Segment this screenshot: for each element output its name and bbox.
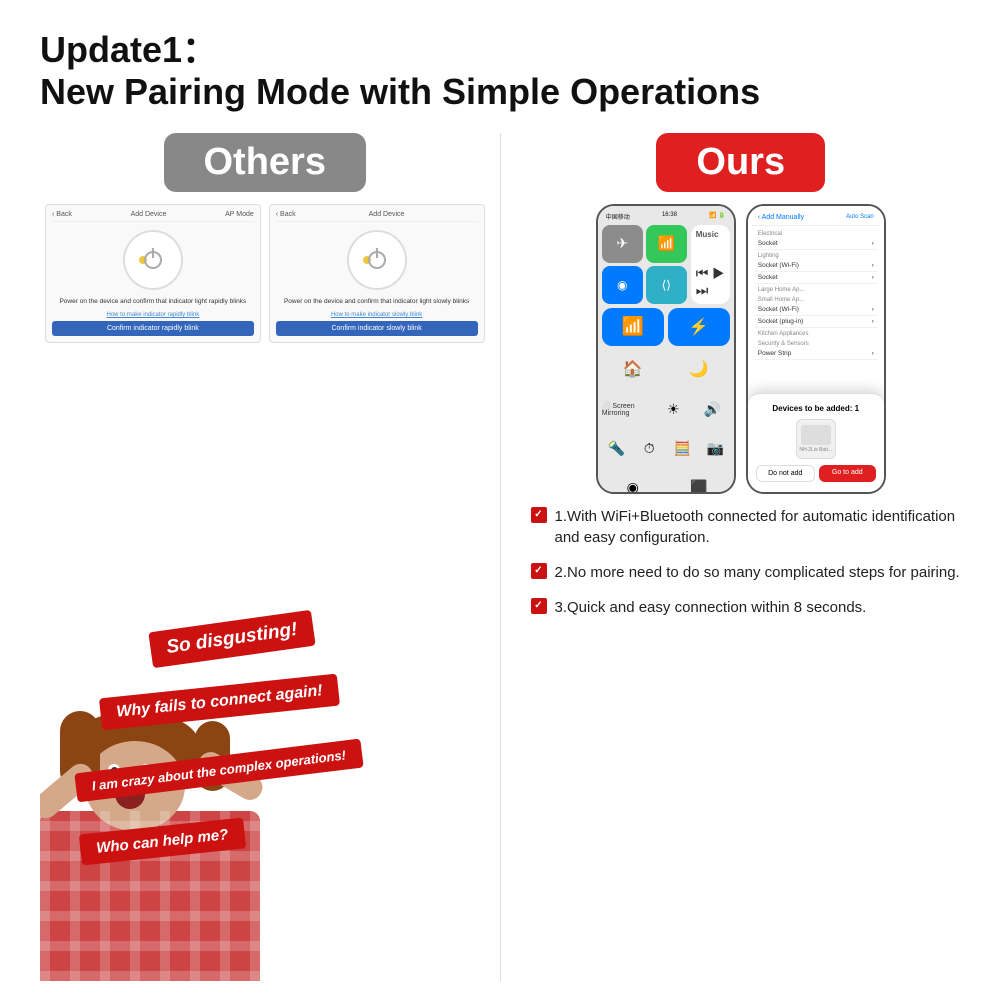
cc-tools-row: 🔦 ⏱ 🧮 📷 [602, 431, 730, 466]
cc-home-row: 🏠 🌙 [602, 350, 730, 388]
header: Update1： New Pairing Mode with Simple Op… [40, 30, 961, 113]
bluetooth-btn[interactable]: ⚡ [668, 308, 730, 346]
network-grid: ✈ 📶 ◉ ⟨⟩ [602, 225, 687, 304]
cellular-toggle[interactable]: ◉ [602, 266, 643, 304]
section-security: Security & Sensors [754, 338, 878, 348]
cc-top-row: ✈ 📶 ◉ ⟨⟩ [602, 225, 730, 304]
cc-status-bar: 中国移动 16:38 📶 🔋 [602, 210, 730, 223]
header-line2: New Pairing Mode with Simple Operations [40, 70, 961, 113]
device-thumb: NH-2Lis-Batt... [796, 419, 836, 459]
scan-btn[interactable]: ⬛ [668, 470, 730, 494]
item-lighting-1[interactable]: Socket (Wi-Fi)› [754, 260, 878, 272]
phones-container: 中国移动 16:38 📶 🔋 ✈ [521, 204, 962, 494]
section-kitchen: Kitchen Appliances [754, 328, 878, 338]
battery: 📶 🔋 [709, 212, 726, 221]
right-panel: Ours 中国移动 16:38 📶 🔋 [501, 133, 962, 981]
item-socket[interactable]: Socket› [754, 238, 878, 250]
feature-text-2: 2.No more need to do so many complicated… [555, 562, 960, 583]
feature-3: ✓ 3.Quick and easy connection within 8 s… [531, 597, 962, 618]
modal-overlay: Devices to be added: 1 NH-2Lis-Batt... D… [748, 393, 884, 492]
title-2: Add Device [369, 211, 405, 218]
music-controls[interactable]: ⏮ ▶ ⏭ [696, 265, 725, 299]
caption-1: Power on the device and confirm that ind… [52, 298, 254, 306]
power-icon-1 [144, 251, 162, 269]
item-small-1[interactable]: Socket (Wi-Fi)› [754, 304, 878, 316]
confirm-btn-2[interactable]: Confirm indicator slowly blink [276, 321, 478, 336]
content-row: Others ‹ Back Add Device AP Mode Power [40, 133, 961, 981]
phone-right: ‹ Add Manually Auto Scan Electrical Sock… [746, 204, 886, 494]
feature-1: ✓ 1.With WiFi+Bluetooth connected for au… [531, 506, 962, 548]
screenshot-1-header: ‹ Back Add Device AP Mode [52, 211, 254, 222]
screen-mirror-btn[interactable]: ⬜ Screen Mirroring [602, 392, 652, 427]
page: Update1： New Pairing Mode with Simple Op… [0, 0, 1001, 1001]
feature-2: ✓ 2.No more need to do so many complicat… [531, 562, 962, 583]
link-2[interactable]: How to make indicator slowly blink [276, 312, 478, 318]
modal-title: Devices to be added: 1 [756, 404, 876, 413]
modal-btns: Do not add Go to add [756, 465, 876, 482]
torch-btn[interactable]: 🔦 [602, 431, 631, 466]
section-lighting: Lighting [754, 250, 878, 260]
ads-auto-scan[interactable]: Auto Scan [846, 214, 874, 220]
link-1[interactable]: How to make indicator rapidly blink [52, 312, 254, 318]
others-badge: Others [164, 133, 366, 192]
screenshots-row: ‹ Back Add Device AP Mode Power on the d… [40, 204, 490, 343]
section-small-home: Small Home Ap... [754, 294, 878, 304]
ads-header: ‹ Add Manually Auto Scan [752, 210, 880, 226]
left-panel: Others ‹ Back Add Device AP Mode Power [40, 133, 501, 981]
item-lighting-2[interactable]: Socket› [754, 272, 878, 284]
ads-back-btn[interactable]: ‹ Add Manually [758, 214, 804, 221]
moon-btn[interactable]: 🌙 [668, 350, 730, 388]
check-icon-1: ✓ [531, 507, 547, 523]
calc-btn[interactable]: 🧮 [668, 431, 697, 466]
volume-btn[interactable]: 🔊 [695, 392, 730, 427]
time: 16:38 [662, 212, 677, 221]
airplane-toggle[interactable]: ✈ [602, 225, 643, 263]
header-line1: Update1： [40, 30, 961, 70]
title-1: Add Device [131, 211, 167, 218]
feature-text-3: 3.Quick and easy connection within 8 sec… [555, 597, 867, 618]
wifi-btn[interactable]: 📶 [602, 308, 664, 346]
control-center: 中国移动 16:38 📶 🔋 ✈ [598, 206, 734, 492]
wifi-toggle[interactable]: 📶 [646, 225, 687, 263]
home-btn[interactable]: 🏠 [602, 350, 664, 388]
music-label: Music [696, 230, 725, 239]
qr-btn[interactable]: ◉ [602, 470, 664, 494]
check-icon-2: ✓ [531, 563, 547, 579]
item-small-2[interactable]: Socket (plug-in)› [754, 316, 878, 328]
do-not-add-btn[interactable]: Do not add [756, 465, 815, 482]
back-link-2[interactable]: ‹ Back [276, 211, 296, 218]
hotspot-toggle[interactable]: ⟨⟩ [646, 266, 687, 304]
cc-screen-row: ⬜ Screen Mirroring ☀ 🔊 [602, 392, 730, 427]
music-widget: Music ⏮ ▶ ⏭ [691, 225, 730, 304]
camera-btn[interactable]: 📷 [701, 431, 730, 466]
cc-last-row: ◉ ⬛ [602, 470, 730, 494]
device-icon-2 [347, 230, 407, 290]
go-to-add-btn[interactable]: Go to add [819, 465, 876, 482]
features-list: ✓ 1.With WiFi+Bluetooth connected for au… [521, 506, 962, 632]
item-power-strip[interactable]: Power Strip› [754, 348, 878, 360]
caption-2: Power on the device and confirm that ind… [276, 298, 478, 306]
section-large-home: Large Home Ap... [754, 284, 878, 294]
screenshot-2-header: ‹ Back Add Device [276, 211, 478, 222]
ours-badge: Ours [656, 133, 825, 192]
power-icon-2 [368, 251, 386, 269]
cc-wifi-bt-row: 📶 ⚡ [602, 308, 730, 346]
add-device-screen: ‹ Add Manually Auto Scan Electrical Sock… [748, 206, 884, 492]
timer-btn[interactable]: ⏱ [635, 431, 664, 466]
phone-left: 中国移动 16:38 📶 🔋 ✈ [596, 204, 736, 494]
tab-1[interactable]: AP Mode [225, 211, 254, 218]
feature-text-1: 1.With WiFi+Bluetooth connected for auto… [555, 506, 962, 548]
check-icon-3: ✓ [531, 598, 547, 614]
frustrated-area: So disgusting! Why fails to connect agai… [40, 601, 500, 981]
brightness-btn[interactable]: ☀ [656, 392, 691, 427]
screenshot-2: ‹ Back Add Device Power on the device an… [269, 204, 485, 343]
confirm-btn-1[interactable]: Confirm indicator rapidly blink [52, 321, 254, 336]
carrier: 中国移动 [606, 212, 630, 221]
device-icon-1 [123, 230, 183, 290]
section-electrical: Electrical [754, 228, 878, 238]
screenshot-1: ‹ Back Add Device AP Mode Power on the d… [45, 204, 261, 343]
back-link-1[interactable]: ‹ Back [52, 211, 72, 218]
ads-list: Electrical Socket› Lighting Socket (Wi-F… [752, 226, 880, 362]
